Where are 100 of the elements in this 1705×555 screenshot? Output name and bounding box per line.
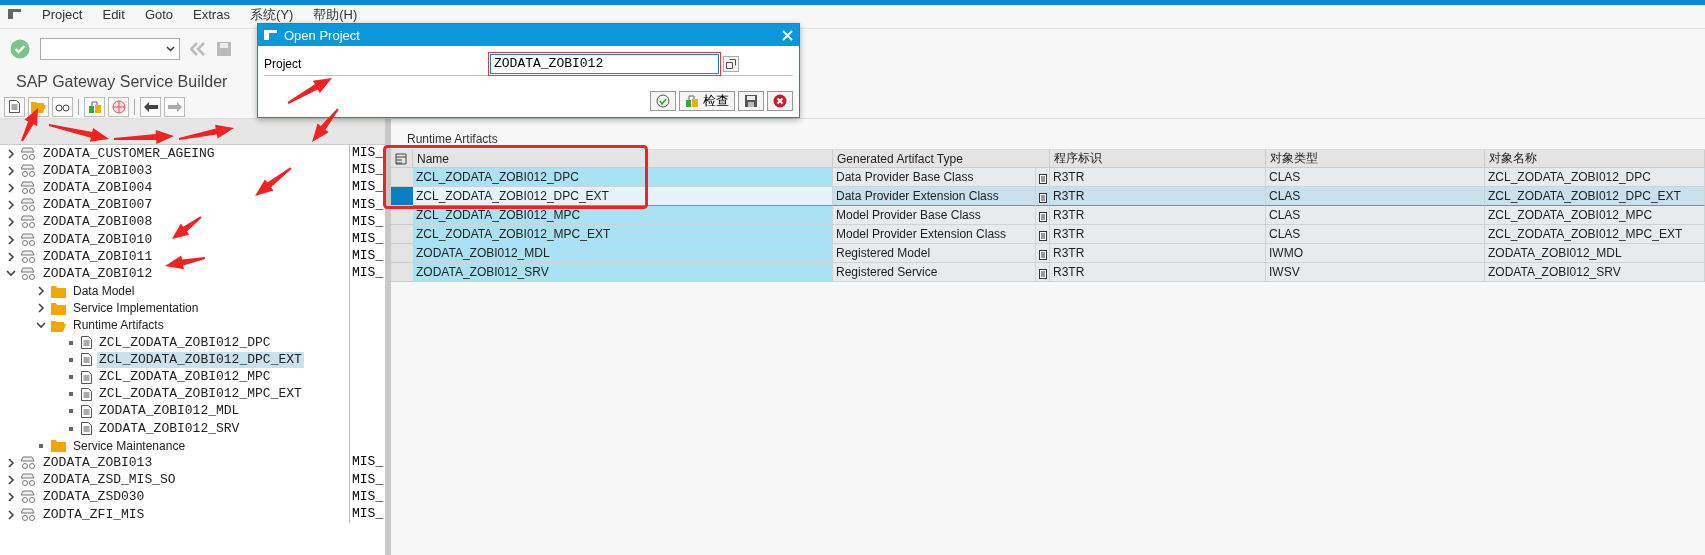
copy-icon [726, 58, 736, 69]
command-field[interactable] [40, 38, 180, 60]
document-icon [81, 404, 92, 418]
open-folder-icon [51, 318, 66, 332]
table-cell: IWSV [1266, 263, 1485, 282]
continue-button[interactable] [650, 91, 676, 111]
expand-chevron-icon[interactable] [7, 148, 15, 159]
window-menu-icon[interactable] [264, 29, 278, 41]
new-project-button[interactable] [4, 96, 25, 117]
tree-item[interactable]: ZODATA_ZOBI012_SRV [97, 420, 242, 437]
details-button[interactable] [1036, 263, 1050, 282]
column-header[interactable]: Generated Artifact Type [833, 150, 1050, 168]
collapse-chevron-icon[interactable] [36, 321, 46, 329]
project-icon [21, 146, 36, 161]
expand-chevron-icon[interactable] [7, 509, 15, 520]
table-cell: R3TR [1050, 225, 1266, 244]
tree-cell-text: MIS_ [351, 213, 385, 231]
menu-icon[interactable] [8, 8, 22, 20]
menu-item[interactable]: Edit [102, 8, 125, 22]
tree-cell-text: MIS_ [351, 265, 385, 283]
collapse-chevron-icon[interactable] [6, 270, 16, 278]
field-label: Project [264, 56, 303, 71]
tree-item[interactable]: ZODATA_ZOBI008 [41, 214, 155, 231]
expand-chevron-icon[interactable] [7, 234, 15, 245]
expand-chevron-icon[interactable] [37, 286, 45, 297]
tree-item[interactable]: Service Maintenance [71, 437, 188, 454]
menu-item[interactable]: 帮助(H) [313, 8, 358, 22]
tree-item[interactable]: ZCL_ZODATA_ZOBI012_MPC_EXT [97, 386, 304, 403]
tree-item[interactable]: ZODATA_ZSD030 [41, 489, 147, 506]
enter-check-icon[interactable] [10, 39, 30, 59]
tree-item[interactable]: ZODATA_ZOBI007 [41, 197, 155, 214]
table-cell: CLAS [1266, 187, 1485, 206]
expand-chevron-icon[interactable] [7, 200, 15, 211]
check-button[interactable] [84, 96, 105, 117]
details-icon [1038, 231, 1047, 241]
row-selector[interactable] [391, 187, 413, 206]
document-icon [81, 422, 92, 436]
expand-chevron-icon[interactable] [7, 217, 15, 228]
cancel-button[interactable] [767, 91, 793, 111]
layout-button[interactable] [391, 150, 413, 168]
tree-item[interactable]: ZODATA_ZOBI004 [41, 179, 155, 196]
expand-chevron-icon[interactable] [7, 251, 15, 262]
annotation-arrow [312, 108, 339, 142]
tree-item[interactable]: ZODATA_ZOBI003 [41, 162, 155, 179]
value-help-button[interactable] [723, 55, 739, 72]
details-button[interactable] [1036, 168, 1050, 187]
expand-chevron-icon[interactable] [7, 457, 15, 468]
menu-item[interactable]: 系统(Y) [249, 8, 294, 22]
expand-chevron-icon[interactable] [7, 475, 15, 486]
project-icon [21, 163, 36, 178]
tree-item[interactable]: Service Implementation [71, 300, 201, 317]
table-cell: IWMO [1266, 244, 1485, 263]
expand-chevron-icon[interactable] [7, 492, 15, 503]
open-project-button[interactable] [28, 96, 49, 117]
column-header[interactable]: 程序标识 [1050, 150, 1266, 168]
tree-cell-text: MIS_ [351, 471, 385, 489]
column-header[interactable]: 对象类型 [1266, 150, 1485, 168]
project-icon [21, 215, 36, 230]
column-header[interactable]: 对象名称 [1485, 150, 1705, 168]
tree-cell-text: MIS_ [351, 248, 385, 266]
details-button[interactable] [1036, 225, 1050, 244]
target-button[interactable] [108, 96, 129, 117]
tree-item[interactable]: ZCL_ZODATA_ZOBI012_DPC_EXT [97, 351, 304, 368]
check-button[interactable]: 检查 [679, 91, 735, 111]
tree-item[interactable]: ZODATA_ZOBI011 [41, 248, 155, 265]
tree-cell-text: MIS_ [351, 230, 385, 248]
tree-item[interactable]: ZODATA_CUSTOMER_AGEING [41, 145, 217, 162]
document-icon [81, 370, 92, 384]
menu-item[interactable]: Goto [144, 8, 174, 22]
project-icon [21, 232, 36, 247]
details-button[interactable] [1036, 187, 1050, 206]
tree-item[interactable]: ZODATA_ZOBI010 [41, 231, 155, 248]
tree-item[interactable]: ZODATA_ZOBI012 [41, 265, 155, 282]
check-icon [685, 94, 699, 108]
tree-item[interactable]: ZODATA_ZOBI012_MDL [97, 403, 242, 420]
project-input[interactable]: ZODATA_ZOBI012 [490, 53, 719, 74]
column-header[interactable]: Name [413, 150, 833, 168]
project-icon [21, 198, 36, 213]
tree-item[interactable]: ZCL_ZODATA_ZOBI012_DPC [97, 334, 273, 351]
tree-item[interactable]: ZODATA_ZOBI013 [41, 454, 155, 471]
glasses-button[interactable] [52, 96, 73, 117]
annotation-arrow [287, 78, 332, 104]
details-button[interactable] [1036, 244, 1050, 263]
details-button[interactable] [1036, 206, 1050, 225]
expand-chevron-icon[interactable] [37, 303, 45, 314]
close-button[interactable] [782, 29, 793, 41]
expand-chevron-icon[interactable] [7, 165, 15, 176]
expand-chevron-icon[interactable] [7, 182, 15, 193]
tree-item[interactable]: ZODATA_ZSD_MIS_SO [41, 472, 178, 489]
back-button[interactable] [140, 96, 161, 117]
project-icon [21, 473, 36, 488]
table-cell: Data Provider Extension Class [833, 187, 1036, 206]
menu-item[interactable]: Project [42, 8, 83, 22]
tree-item[interactable]: Runtime Artifacts [71, 317, 166, 334]
table-cell: ZCL_ZODATA_ZOBI012_DPC_EXT [1485, 187, 1705, 206]
tree-item[interactable]: Data Model [71, 283, 137, 300]
save-button[interactable] [738, 91, 764, 111]
tree-item[interactable]: ZODTA_ZFI_MIS [41, 506, 147, 523]
tree-item[interactable]: ZCL_ZODATA_ZOBI012_MPC [97, 369, 273, 386]
menu-item[interactable]: Extras [193, 8, 230, 22]
